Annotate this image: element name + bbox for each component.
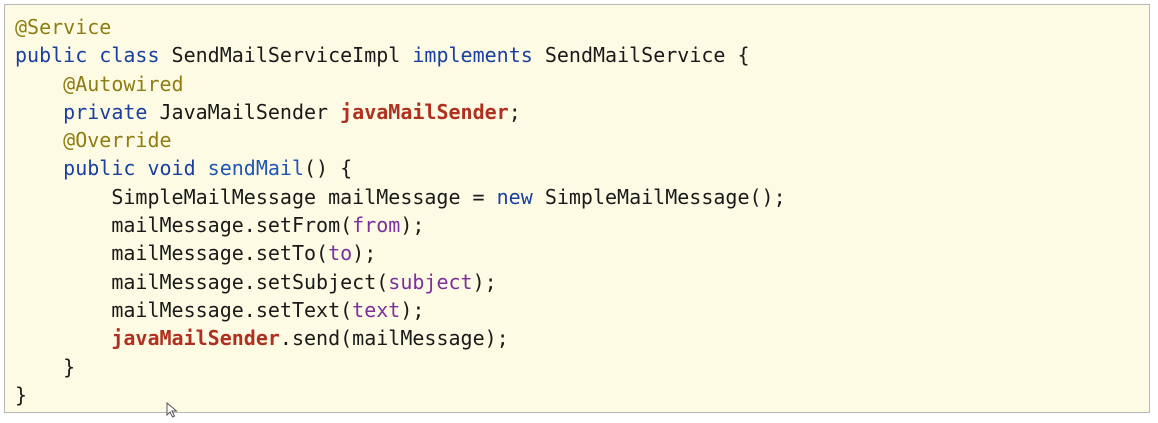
code-line: mailMessage.setTo(to); bbox=[15, 239, 786, 267]
code-token-plain: ); bbox=[352, 241, 377, 266]
code-token-plain: SimpleMailMessage mailMessage = bbox=[15, 184, 497, 209]
code-token-plain: .send(mailMessage); bbox=[279, 326, 509, 351]
code-line: @Override bbox=[15, 126, 786, 154]
mouse-pointer-icon bbox=[166, 402, 178, 418]
code-snippet-panel: @Service public class SendMailServiceImpl… bbox=[4, 4, 1150, 413]
code-token-plain: mailMessage.setText( bbox=[15, 297, 353, 322]
code-token-keyword: new bbox=[496, 184, 545, 209]
code-token-param: text bbox=[352, 297, 401, 322]
code-token-annotation: @Autowired bbox=[63, 71, 184, 96]
code-token-plain: JavaMailSender bbox=[159, 99, 341, 124]
code-line: mailMessage.setFrom(from); bbox=[15, 211, 786, 239]
code-line: SimpleMailMessage mailMessage = new Simp… bbox=[15, 183, 786, 211]
code-token-keyword: private bbox=[63, 99, 160, 124]
code-token-annotation: @Service bbox=[15, 15, 112, 39]
code-token-plain: mailMessage.setFrom( bbox=[15, 213, 353, 238]
code-token-plain: ); bbox=[400, 213, 425, 238]
code-token-field: javaMailSender bbox=[340, 99, 509, 124]
code-token-param: from bbox=[352, 213, 401, 238]
code-token-keyword: public class bbox=[15, 43, 172, 68]
code-line: mailMessage.setSubject(subject); bbox=[15, 268, 786, 296]
code-token-plain: mailMessage.setSubject( bbox=[15, 269, 389, 294]
code-line: } bbox=[15, 353, 786, 381]
code-token-param: subject bbox=[388, 269, 473, 294]
code-line: @Autowired bbox=[15, 70, 786, 98]
code-token-method: sendMail bbox=[207, 156, 304, 181]
code-line: javaMailSender.send(mailMessage); bbox=[15, 324, 786, 352]
code-line: } bbox=[15, 381, 786, 409]
code-token-field: javaMailSender bbox=[111, 326, 280, 351]
code-block: @Service public class SendMailServiceImpl… bbox=[15, 13, 786, 409]
code-line: public class SendMailServiceImpl impleme… bbox=[15, 41, 786, 69]
code-token-plain: SendMailServiceImpl bbox=[171, 43, 413, 68]
code-token-annotation: @Override bbox=[63, 128, 172, 153]
code-token-plain: ); bbox=[472, 269, 497, 294]
code-token-plain: SendMailService { bbox=[544, 43, 750, 68]
code-line: @Service bbox=[15, 13, 786, 41]
code-line: mailMessage.setText(text); bbox=[15, 296, 786, 324]
code-token-param: to bbox=[328, 241, 353, 266]
code-token-plain: SimpleMailMessage(); bbox=[544, 184, 786, 209]
code-token-plain: } bbox=[15, 382, 28, 407]
code-token-plain: mailMessage.setTo( bbox=[15, 241, 329, 266]
code-token-keyword: implements bbox=[412, 43, 545, 68]
code-token-plain: ); bbox=[400, 297, 425, 322]
code-token-plain: } bbox=[15, 354, 76, 379]
code-line: private JavaMailSender javaMailSender; bbox=[15, 98, 786, 126]
code-token-keyword: public void bbox=[63, 156, 208, 181]
code-token-plain: () { bbox=[304, 156, 353, 181]
code-line: public void sendMail() { bbox=[15, 154, 786, 182]
code-token-plain: ; bbox=[508, 99, 521, 124]
